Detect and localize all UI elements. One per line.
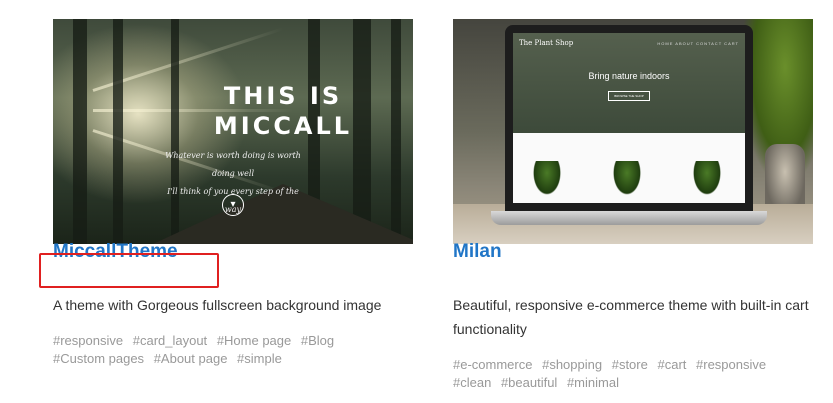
plant-pot-icon [533,161,561,195]
site-hero-text: Bring nature indoors [588,71,670,81]
miccall-preview-image[interactable]: THIS IS MICCALL Whatever is worth doing … [53,19,413,244]
tag-link[interactable]: #simple [237,351,282,366]
tag-link[interactable]: #responsive [696,357,766,372]
tag-link[interactable]: #minimal [567,375,619,390]
site-browse-button: BROWSE THE SHOP [608,91,650,101]
tag-link[interactable]: #About page [154,351,228,366]
milan-preview-image[interactable]: The Plant Shop HOME ABOUT CONTACT CART B… [453,19,813,244]
theme-title-link[interactable]: Milan [453,241,502,263]
tag-link[interactable]: #Home page [217,333,291,348]
tag-link[interactable]: #clean [453,375,491,390]
site-nav: HOME ABOUT CONTACT CART [657,41,739,46]
plant-pot-icon [613,161,641,195]
tag-link[interactable]: #beautiful [501,375,557,390]
tag-list: #responsive #card_layout #Home page #Blo… [53,332,373,368]
tag-link[interactable]: #Custom pages [53,351,144,366]
plant-pot-icon [693,161,721,195]
site-logo: The Plant Shop [519,39,574,47]
tag-list: #e-commerce #shopping #store #cart #resp… [453,356,803,392]
tag-link[interactable]: #responsive [53,333,123,348]
laptop-base [491,211,767,225]
tag-link[interactable]: #store [612,357,648,372]
tag-link[interactable]: #card_layout [133,333,207,348]
tag-link[interactable]: #Blog [301,333,334,348]
tree-trunk [73,19,87,244]
tag-link[interactable]: #cart [657,357,686,372]
theme-card-milan: The Plant Shop HOME ABOUT CONTACT CART B… [453,19,813,244]
theme-description: A theme with Gorgeous fullscreen backgro… [53,297,382,313]
tag-link[interactable]: #shopping [542,357,602,372]
theme-card-miccall: THIS IS MICCALL Whatever is worth doing … [53,19,413,244]
theme-description: Beautiful, responsive e-commerce theme w… [453,297,809,337]
highlight-box [39,253,219,288]
laptop-screen: The Plant Shop HOME ABOUT CONTACT CART B… [505,25,753,211]
tag-link[interactable]: #e-commerce [453,357,532,372]
preview-hero-title: THIS IS MICCALL [213,82,353,140]
arrow-down-circle-icon: ▾ [222,194,244,216]
